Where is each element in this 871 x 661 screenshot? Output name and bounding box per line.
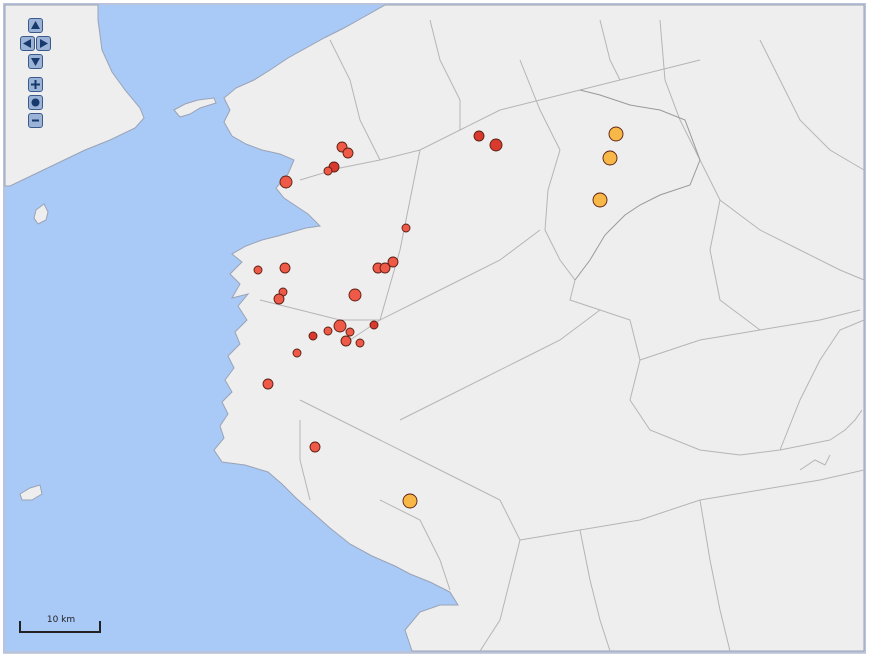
- map-marker-orange[interactable]: [608, 126, 624, 142]
- pan-down-button[interactable]: [28, 54, 43, 69]
- map-marker-red[interactable]: [348, 288, 362, 302]
- map-marker-orange[interactable]: [402, 493, 418, 509]
- map-marker-red[interactable]: [355, 338, 365, 348]
- map-marker-red[interactable]: [489, 138, 503, 152]
- map-marker-red[interactable]: [262, 378, 274, 390]
- map-marker-red[interactable]: [323, 166, 333, 176]
- map-marker-orange[interactable]: [602, 150, 618, 166]
- scale-ruler: [19, 621, 101, 633]
- map-marker-red[interactable]: [401, 223, 411, 233]
- map-marker-red[interactable]: [369, 320, 379, 330]
- map-marker-red[interactable]: [342, 147, 354, 159]
- pan-left-button[interactable]: [20, 36, 35, 51]
- map-marker-red[interactable]: [279, 175, 293, 189]
- status-strip: [3, 653, 866, 661]
- plus-icon: [31, 80, 40, 89]
- map-marker-red[interactable]: [308, 331, 318, 341]
- scale-bar: 10 km: [19, 615, 103, 635]
- minus-icon: [32, 119, 39, 122]
- arrow-down-icon: [31, 58, 40, 66]
- dot-icon: [31, 98, 40, 107]
- zoom-in-button[interactable]: [28, 77, 43, 92]
- arrow-right-icon: [40, 39, 48, 48]
- map-marker-red[interactable]: [279, 262, 291, 274]
- map-marker-red[interactable]: [340, 335, 352, 347]
- map-marker-red[interactable]: [379, 262, 391, 274]
- pan-up-button[interactable]: [28, 18, 43, 33]
- map-canvas[interactable]: [0, 0, 871, 661]
- zoom-reset-button[interactable]: [28, 95, 43, 110]
- arrow-left-icon: [23, 39, 31, 48]
- map-marker-red[interactable]: [253, 265, 263, 275]
- map-marker-red[interactable]: [323, 326, 333, 336]
- map-marker-orange[interactable]: [592, 192, 608, 208]
- arrow-up-icon: [31, 21, 40, 29]
- map-marker-red[interactable]: [309, 441, 321, 453]
- map-marker-red[interactable]: [473, 130, 485, 142]
- map-marker-red[interactable]: [345, 327, 355, 337]
- map-marker-red[interactable]: [273, 293, 285, 305]
- zoom-out-button[interactable]: [28, 113, 43, 128]
- map-marker-red[interactable]: [292, 348, 302, 358]
- map-marker-red[interactable]: [333, 319, 347, 333]
- pan-right-button[interactable]: [36, 36, 51, 51]
